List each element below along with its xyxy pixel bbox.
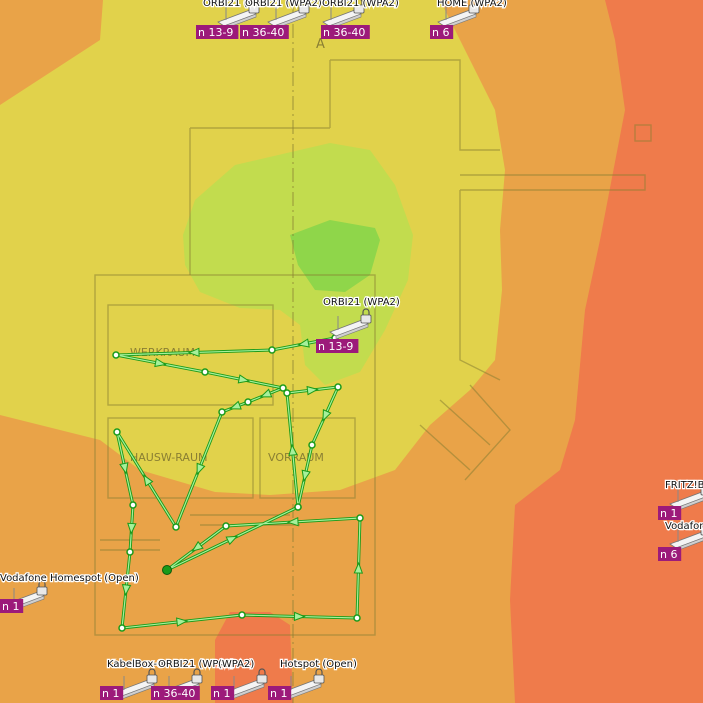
ap-name-label: Vodafone Homespot (Open) bbox=[0, 573, 139, 584]
channel-label: n 1 bbox=[102, 687, 119, 700]
channel-label: n 6 bbox=[432, 26, 449, 39]
channel-badge: n 1 bbox=[268, 686, 292, 700]
channel-badge: n 1 bbox=[658, 506, 682, 520]
survey-waypoint[interactable] bbox=[334, 383, 342, 391]
survey-waypoint[interactable] bbox=[112, 351, 120, 359]
channel-badge: n 36-40 bbox=[240, 25, 289, 39]
ap-name-label: HOME (WPA2) bbox=[437, 0, 507, 9]
survey-waypoint[interactable] bbox=[126, 548, 134, 556]
channel-label: n 1 bbox=[270, 687, 287, 700]
survey-waypoint[interactable] bbox=[268, 346, 276, 354]
ap-name-label: (WPA2) bbox=[218, 659, 254, 670]
ap-name-label: KabelBox-0 bbox=[107, 659, 163, 670]
ap-name-label: ORBI21 (WPA2) bbox=[245, 0, 322, 9]
channel-label: n 1 bbox=[660, 507, 677, 520]
channel-badge: n 36-40 bbox=[151, 686, 200, 700]
survey-waypoint[interactable] bbox=[129, 501, 137, 509]
survey-waypoint[interactable] bbox=[308, 441, 316, 449]
channel-badge: n 1 bbox=[0, 599, 24, 613]
survey-waypoint[interactable] bbox=[356, 514, 364, 522]
channel-label: n 13-9 bbox=[318, 340, 353, 353]
survey-waypoint[interactable] bbox=[283, 389, 291, 397]
survey-waypoint[interactable] bbox=[294, 503, 302, 511]
survey-waypoint[interactable] bbox=[244, 398, 252, 406]
wifi-heatmap[interactable]: A WERKRAUM HAUSW-RAUM VORRAUM ORBI21 (WP… bbox=[0, 0, 703, 703]
channel-label: n 36-40 bbox=[323, 26, 365, 39]
survey-waypoint[interactable] bbox=[118, 624, 126, 632]
survey-waypoint[interactable] bbox=[222, 522, 230, 530]
ap-name-label: Hotspot (Open) bbox=[280, 659, 357, 670]
ap-name-label: FRITZ!B bbox=[665, 480, 703, 491]
channel-badge: n 6 bbox=[658, 547, 682, 561]
survey-waypoint[interactable] bbox=[113, 428, 121, 436]
channel-badge: n 6 bbox=[430, 25, 454, 39]
channel-badge: n 36-40 bbox=[321, 25, 370, 39]
channel-badge: n 13-9 bbox=[316, 339, 359, 353]
survey-waypoint[interactable] bbox=[201, 368, 209, 376]
channel-label: n 36-40 bbox=[153, 687, 195, 700]
survey-waypoint[interactable] bbox=[218, 408, 226, 416]
channel-label: n 13-9 bbox=[198, 26, 233, 39]
survey-waypoint[interactable] bbox=[238, 611, 246, 619]
ap-name-label: ORBI21 (WPA2) bbox=[323, 297, 400, 308]
survey-waypoint[interactable] bbox=[172, 523, 180, 531]
ap-name-label: ORBI21 (WPA2) bbox=[322, 0, 399, 9]
ap-name-label: Vodafon bbox=[665, 521, 703, 532]
axis-label-a: A bbox=[316, 37, 325, 52]
channel-label: n 1 bbox=[213, 687, 230, 700]
survey-waypoint[interactable] bbox=[353, 614, 361, 622]
channel-badge: n 13-9 bbox=[196, 25, 239, 39]
room-label-hausw-raum: HAUSW-RAUM bbox=[130, 451, 208, 464]
survey-start-point[interactable] bbox=[162, 565, 172, 575]
channel-label: n 6 bbox=[660, 548, 677, 561]
channel-badge: n 1 bbox=[100, 686, 124, 700]
channel-badge: n 1 bbox=[211, 686, 235, 700]
channel-label: n 1 bbox=[2, 600, 19, 613]
channel-label: n 36-40 bbox=[242, 26, 284, 39]
